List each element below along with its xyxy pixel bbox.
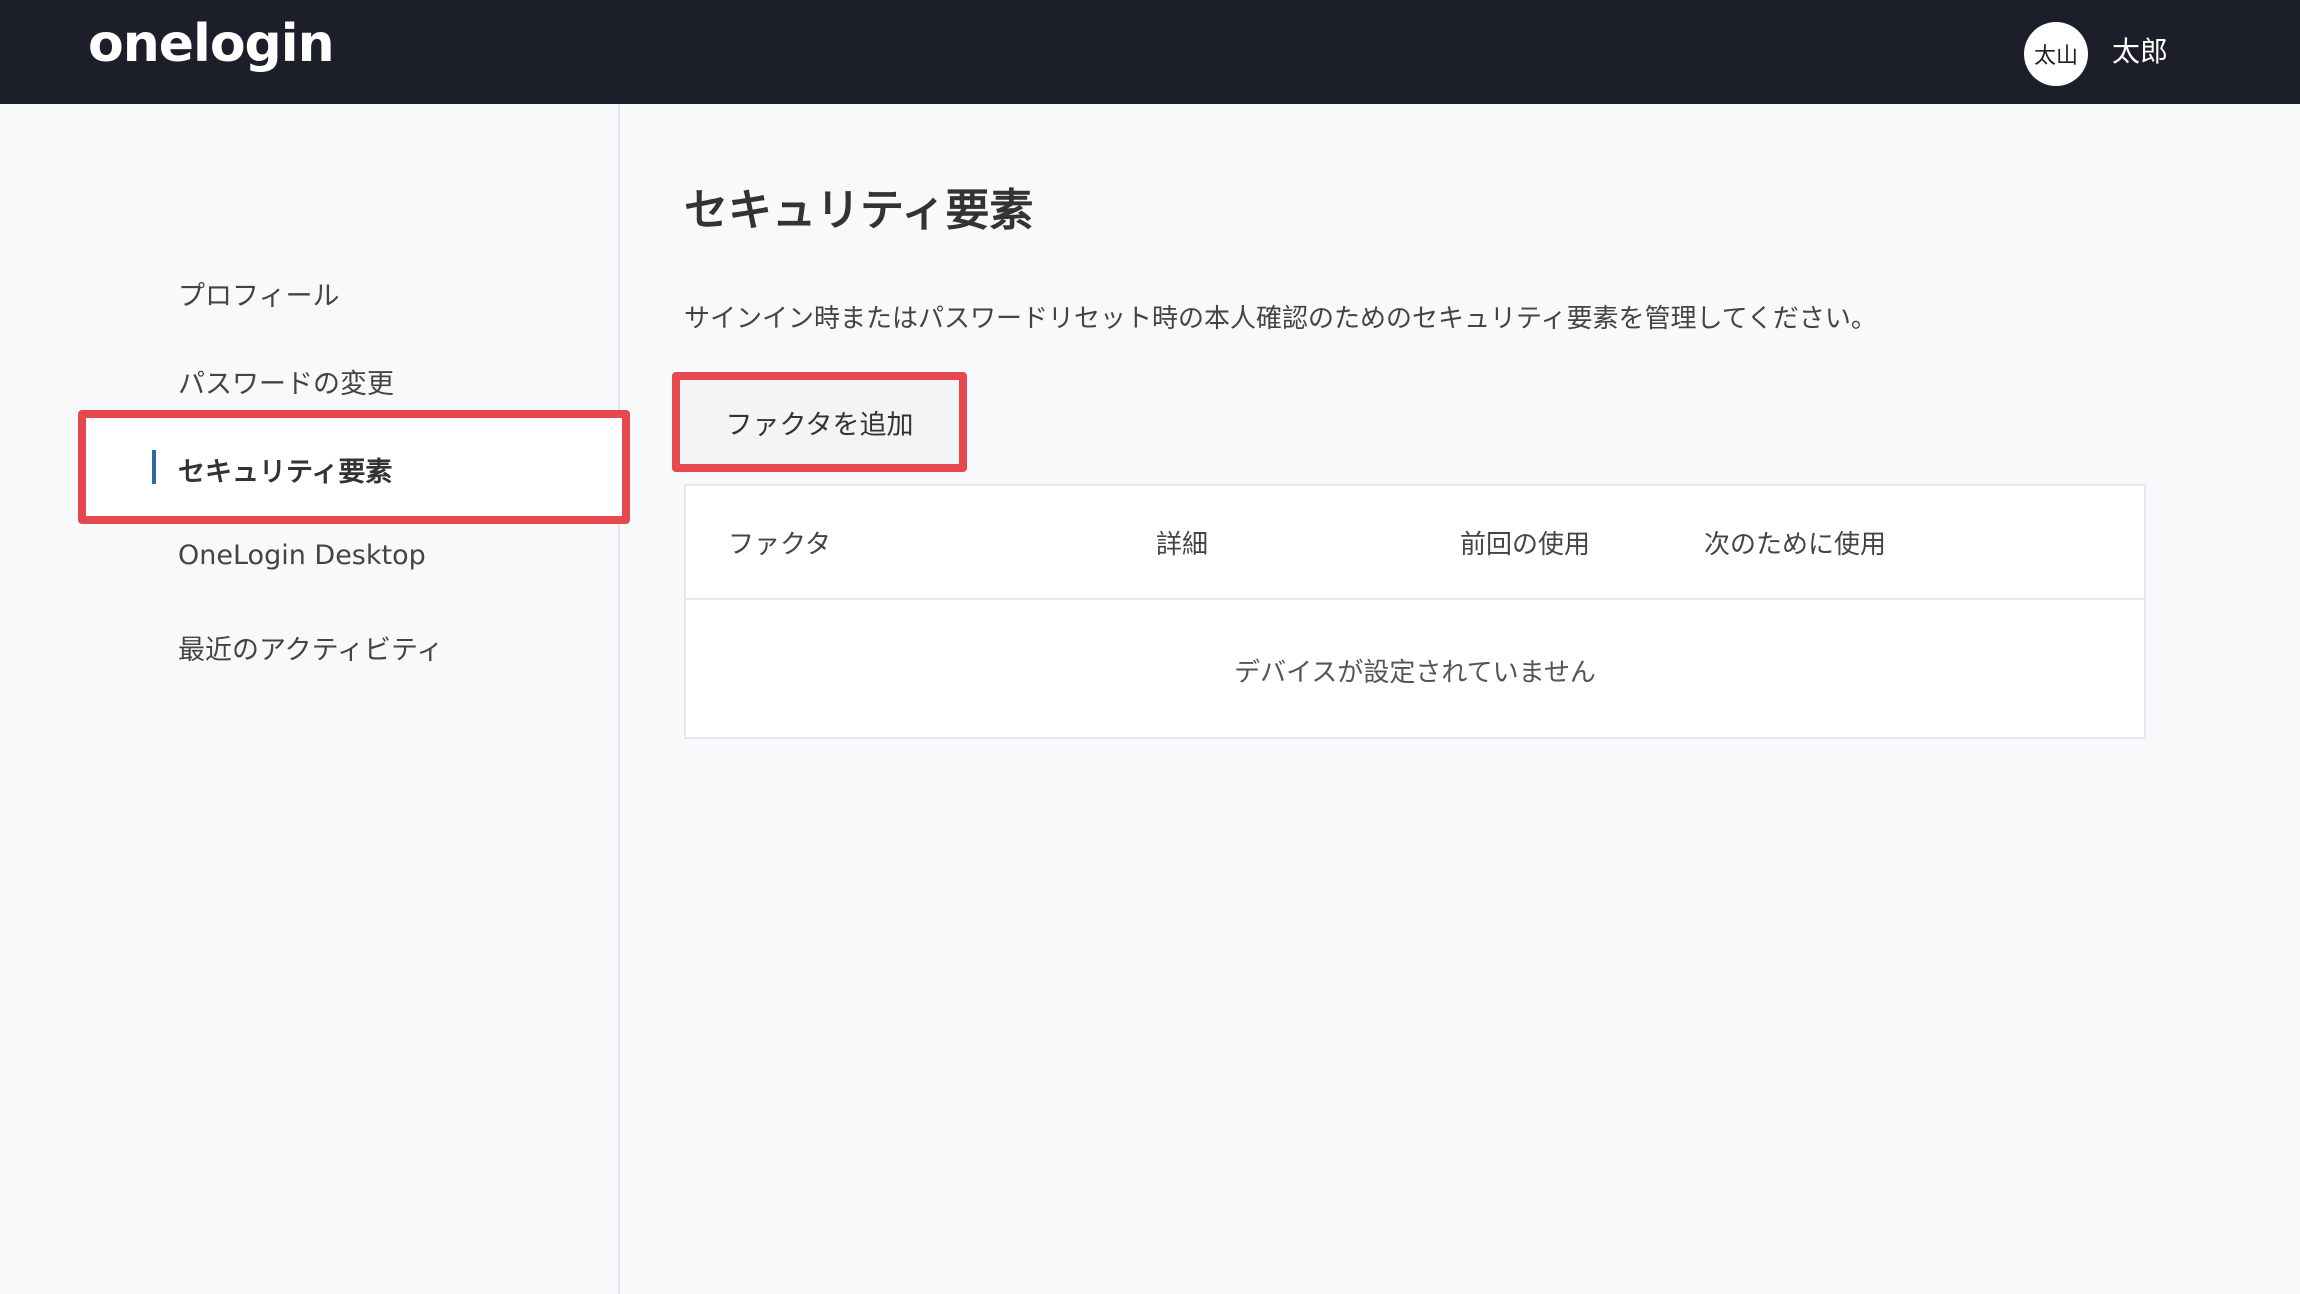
- top-bar: onelogin 太山 太郎: [0, 0, 2300, 104]
- column-header-factor: ファクタ: [728, 530, 831, 560]
- page-title: セキュリティ要素: [684, 185, 1034, 236]
- factors-table: ファクタ 詳細 前回の使用 次のために使用 デバイスが設定されていません: [684, 484, 2146, 739]
- column-header-details: 詳細: [1156, 530, 1209, 560]
- column-header-used-for: 次のために使用: [1704, 530, 1887, 560]
- table-header: ファクタ 詳細 前回の使用 次のために使用: [686, 486, 2144, 600]
- sidebar: プロフィール パスワードの変更 セキュリティ要素 OneLogin Deskto…: [0, 104, 630, 1294]
- sidebar-item-profile[interactable]: プロフィール: [178, 274, 339, 313]
- sidebar-item-change-password[interactable]: パスワードの変更: [178, 362, 394, 401]
- onelogin-logo[interactable]: onelogin: [88, 14, 335, 74]
- sidebar-item-onelogin-desktop[interactable]: OneLogin Desktop: [178, 540, 426, 571]
- add-factor-button[interactable]: ファクタを追加: [688, 388, 951, 456]
- active-indicator: [152, 450, 156, 484]
- empty-state-message: デバイスが設定されていません: [1234, 658, 1596, 688]
- column-header-last-used: 前回の使用: [1460, 530, 1591, 560]
- page-description: サインイン時またはパスワードリセット時の本人確認のためのセキュリティ要素を管理し…: [684, 304, 1877, 334]
- sidebar-item-recent-activity[interactable]: 最近のアクティビティ: [178, 628, 443, 667]
- user-avatar[interactable]: 太山: [2024, 22, 2088, 86]
- user-name[interactable]: 太郎: [2112, 30, 2168, 70]
- sidebar-item-security-factors[interactable]: セキュリティ要素: [178, 450, 392, 489]
